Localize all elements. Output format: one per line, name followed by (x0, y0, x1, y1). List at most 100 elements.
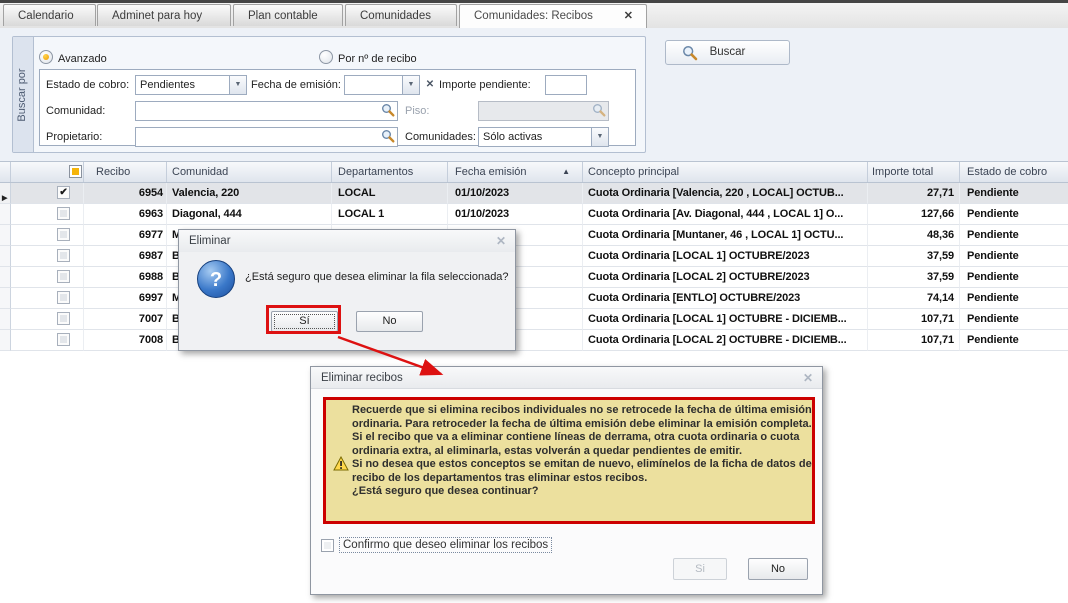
row-checkbox-cell[interactable]: ✔ (11, 183, 84, 204)
close-icon[interactable]: ✕ (496, 230, 506, 252)
tab-comunidades[interactable]: Comunidades (345, 4, 457, 26)
table-row[interactable]: 6988B01/10/2023Cuota Ordinaria [LOCAL 2]… (0, 267, 1068, 288)
header-comunidad[interactable]: Comunidad (167, 162, 332, 182)
no-button[interactable]: No (356, 311, 423, 332)
eliminar-recibos-titlebar[interactable]: Eliminar recibos (311, 367, 822, 389)
header-estado[interactable]: Estado de cobro (960, 162, 1068, 182)
cell-estado: Pendiente (960, 309, 1068, 330)
no-button[interactable]: No (748, 558, 808, 580)
buscar-button[interactable]: Buscar (665, 40, 790, 65)
row-indicator-cell (0, 204, 11, 225)
row-checkbox-cell[interactable] (11, 204, 84, 225)
confirm-checkbox-label[interactable]: Confirmo que deseo eliminar los recibos (339, 537, 552, 553)
table-row[interactable]: 6977M01/10/2023Cuota Ordinaria [Muntaner… (0, 225, 1068, 246)
table-row[interactable]: 7008B01/10/2023Cuota Ordinaria [LOCAL 2]… (0, 330, 1068, 351)
chevron-down-icon[interactable]: ▼ (591, 128, 608, 146)
warning-icon (333, 456, 349, 474)
row-indicator-cell: ▶ (0, 183, 11, 204)
header-concepto[interactable]: Concepto principal (583, 162, 868, 182)
tab-close-icon[interactable]: ✕ (624, 5, 633, 27)
radio-selected-icon[interactable] (39, 50, 53, 64)
table-row[interactable]: 6997M01/10/2023Cuota Ordinaria [ENTLO] O… (0, 288, 1068, 309)
cell-concepto: Cuota Ordinaria [Av. Diagonal, 444 , LOC… (583, 204, 868, 225)
cell-concepto: Cuota Ordinaria [Valencia, 220 , LOCAL] … (583, 183, 868, 204)
cell-estado: Pendiente (960, 225, 1068, 246)
importe-pendiente-input[interactable] (545, 75, 587, 95)
row-checkbox-cell[interactable] (11, 309, 84, 330)
question-icon: ? (197, 260, 235, 298)
cell-concepto: Cuota Ordinaria [LOCAL 1] OCTUBRE - DICI… (583, 309, 868, 330)
header-fecha-emision[interactable]: Fecha emisión▲ (448, 162, 583, 182)
fecha-emision-select[interactable]: ▼ (344, 75, 420, 95)
warning-paragraph: ¿Está seguro que desea continuar? (352, 485, 812, 499)
row-indicator-cell (0, 288, 11, 309)
tab-plan-contable[interactable]: Plan contable (233, 4, 343, 26)
row-checkbox[interactable] (57, 333, 70, 346)
sort-ascending-icon: ▲ (562, 162, 570, 182)
table-row[interactable]: 7007B01/10/2023Cuota Ordinaria [LOCAL 1]… (0, 309, 1068, 330)
chevron-down-icon[interactable]: ▼ (402, 76, 419, 94)
tab-comunidades-recibos[interactable]: Comunidades: Recibos✕ (459, 4, 647, 28)
clear-date-icon[interactable]: ✕ (423, 77, 437, 93)
tab-label: Plan contable (248, 10, 318, 22)
comunidad-input[interactable] (135, 101, 398, 121)
cell-importe: 37,59 (868, 246, 960, 267)
eliminar-recibos-title: Eliminar recibos (321, 372, 403, 384)
estado-cobro-select[interactable]: Pendientes ▼ (135, 75, 247, 95)
cell-importe: 127,66 (868, 204, 960, 225)
warning-box: Recuerde que si elimina recibos individu… (323, 397, 815, 524)
cell-importe: 107,71 (868, 309, 960, 330)
estado-cobro-value: Pendientes (140, 76, 195, 94)
tab-calendario[interactable]: Calendario (3, 4, 96, 26)
cell-recibo: 6954 (84, 183, 167, 204)
row-checkbox[interactable] (57, 207, 70, 220)
cell-concepto: Cuota Ordinaria [LOCAL 1] OCTUBRE/2023 (583, 246, 868, 267)
lookup-magnifier-icon (590, 103, 607, 119)
row-checkbox[interactable] (57, 291, 70, 304)
table-row[interactable]: ▶✔6954Valencia, 220LOCAL01/10/2023Cuota … (0, 183, 1068, 204)
row-indicator-cell (0, 267, 11, 288)
cell-recibo: 6987 (84, 246, 167, 267)
buscar-button-label: Buscar (710, 46, 746, 58)
header-departamentos[interactable]: Departamentos (332, 162, 448, 182)
lookup-magnifier-icon[interactable] (379, 129, 396, 145)
tab-label: Calendario (18, 10, 74, 22)
header-select-all-cell[interactable] (11, 162, 84, 182)
chevron-down-icon[interactable]: ▼ (229, 76, 246, 94)
header-recibo[interactable]: Recibo (84, 162, 167, 182)
table-row[interactable]: 6987B01/10/2023Cuota Ordinaria [LOCAL 1]… (0, 246, 1068, 267)
comunidades-label: Comunidades: (405, 127, 476, 147)
cell-concepto: Cuota Ordinaria [ENTLO] OCTUBRE/2023 (583, 288, 868, 309)
fecha-emision-label: Fecha de emisión: (251, 75, 341, 95)
eliminar-dialog-titlebar[interactable]: Eliminar (179, 230, 515, 252)
row-checkbox-cell[interactable] (11, 246, 84, 267)
row-checkbox-cell[interactable] (11, 267, 84, 288)
row-checkbox[interactable] (57, 312, 70, 325)
tab-label: Adminet para hoy (112, 10, 202, 22)
cell-estado: Pendiente (960, 204, 1068, 225)
row-checkbox[interactable] (57, 228, 70, 241)
header-indicator-cell (0, 162, 11, 182)
row-checkbox[interactable] (57, 270, 70, 283)
row-checkbox[interactable] (57, 249, 70, 262)
radio-avanzado[interactable]: Avanzado (39, 50, 107, 64)
row-checkbox-cell[interactable] (11, 225, 84, 246)
propietario-input[interactable] (135, 127, 398, 147)
header-importe[interactable]: Importe total (868, 162, 960, 182)
cell-concepto: Cuota Ordinaria [Muntaner, 46 , LOCAL 1]… (583, 225, 868, 246)
si-button-disabled[interactable]: Si (673, 558, 727, 580)
close-icon[interactable]: ✕ (803, 367, 813, 389)
confirm-checkbox[interactable] (321, 539, 334, 552)
row-checkbox-cell[interactable] (11, 288, 84, 309)
tab-adminet-para-hoy[interactable]: Adminet para hoy (97, 4, 231, 26)
cell-departamentos: LOCAL (332, 183, 448, 204)
radio-por-numero[interactable]: Por nº de recibo (319, 50, 417, 64)
cell-departamentos: LOCAL 1 (332, 204, 448, 225)
select-all-checkbox-icon[interactable] (69, 165, 82, 178)
comunidades-select[interactable]: Sólo activas ▼ (478, 127, 609, 147)
row-checkbox-cell[interactable] (11, 330, 84, 351)
lookup-magnifier-icon[interactable] (379, 103, 396, 119)
table-row[interactable]: 6963Diagonal, 444LOCAL 101/10/2023Cuota … (0, 204, 1068, 225)
row-checkbox-checked[interactable]: ✔ (57, 186, 70, 199)
radio-unselected-icon[interactable] (319, 50, 333, 64)
